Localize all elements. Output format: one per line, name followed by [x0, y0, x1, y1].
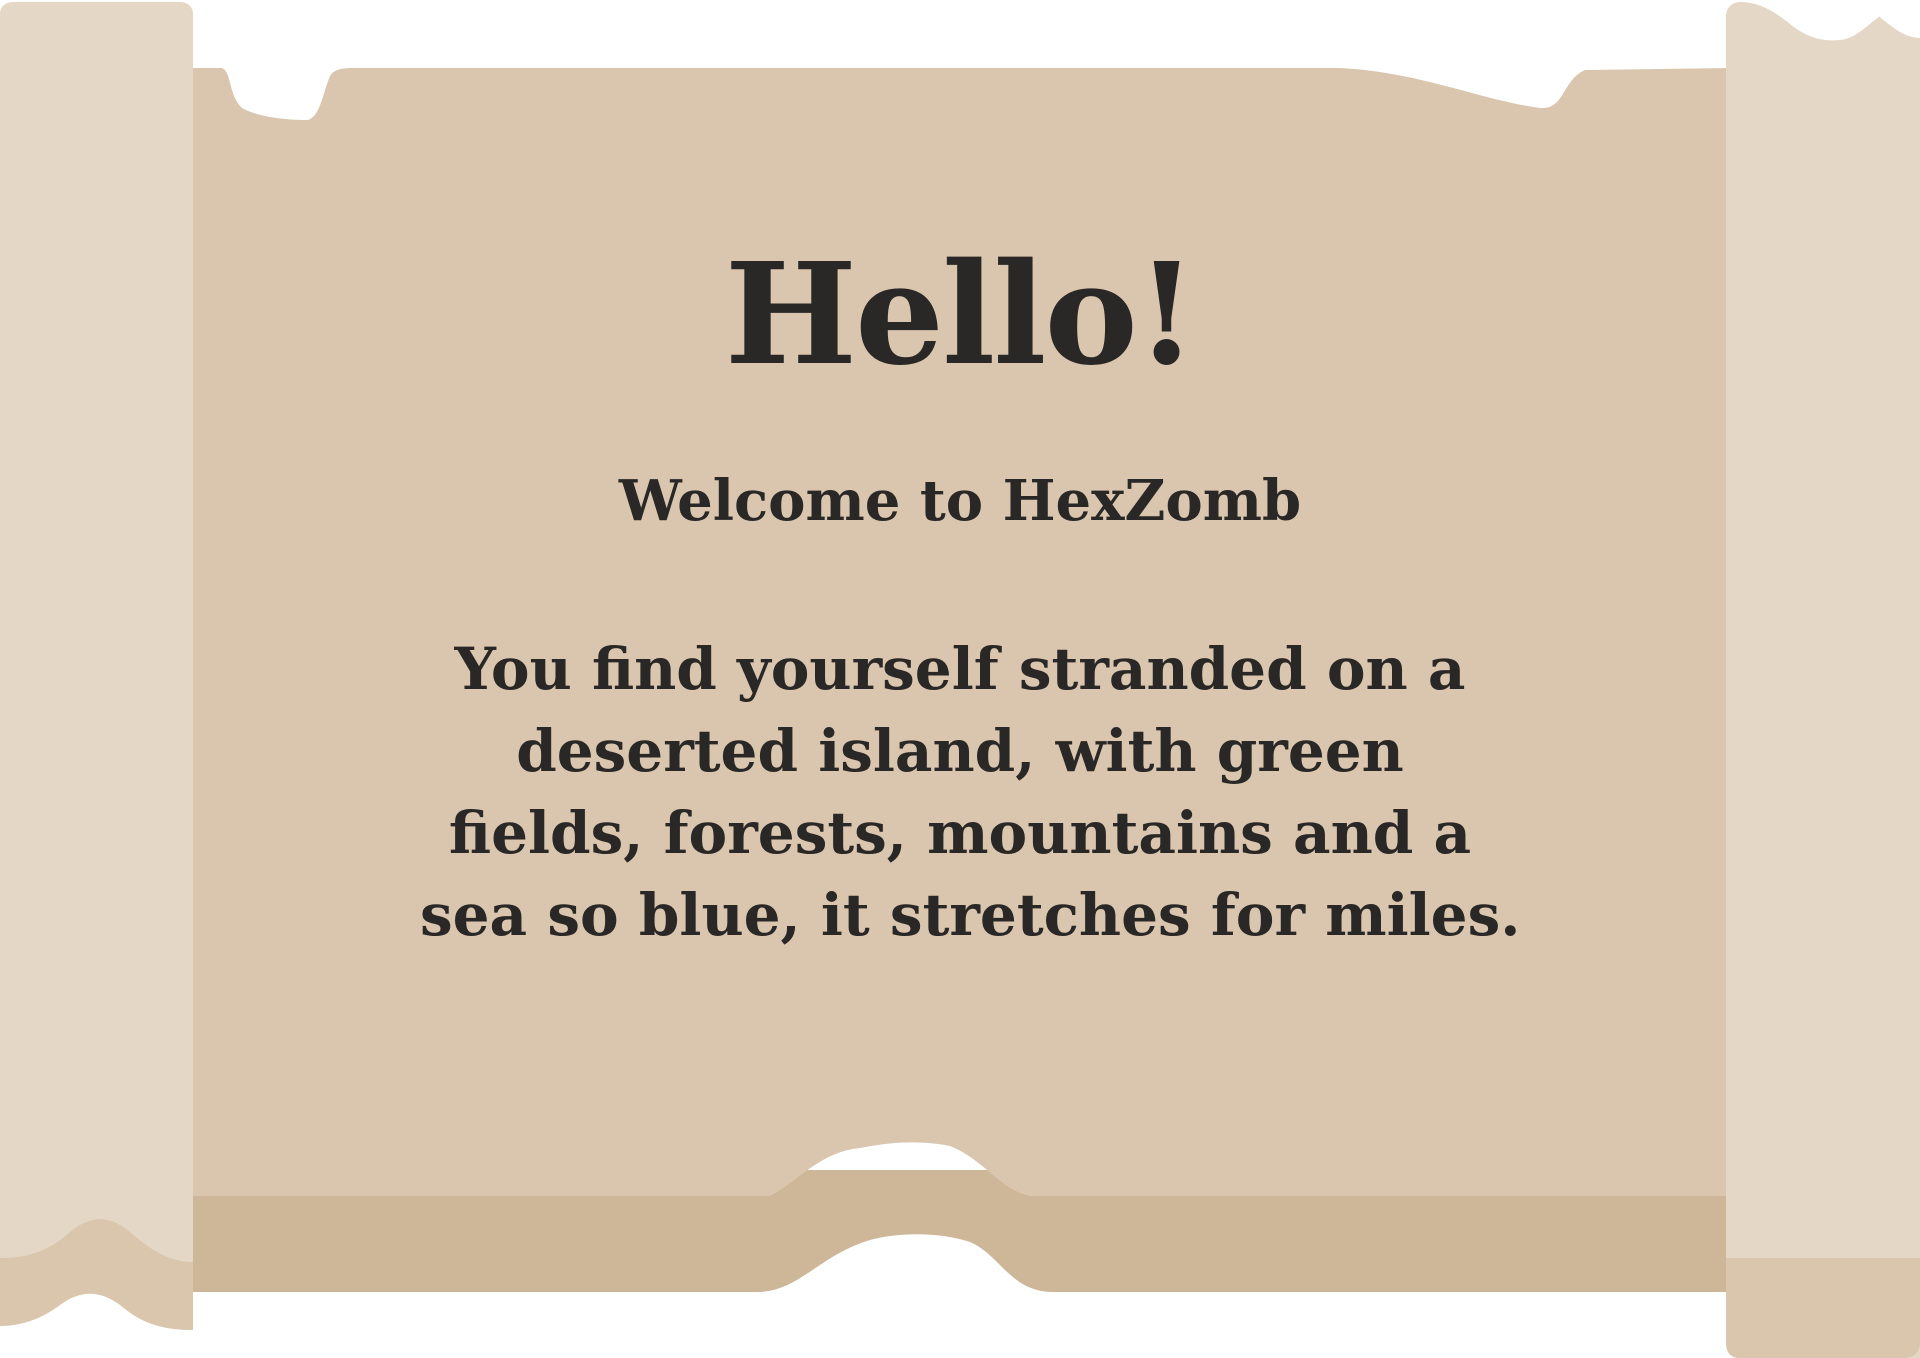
left-roller — [0, 2, 193, 1358]
scroll-title: Hello! — [724, 233, 1198, 397]
welcome-scroll-screen: Hello! Welcome to HexZomb You find yours… — [0, 0, 1920, 1358]
story-line: You find yourself stranded on a — [454, 635, 1466, 703]
story-line: deserted island, with green — [516, 717, 1404, 785]
scroll-story-text: You find yourself stranded on a deserted… — [420, 628, 1521, 956]
story-line: fields, forests, mountains and a — [448, 799, 1472, 867]
right-roller — [1726, 2, 1920, 1358]
scroll-subtitle: Welcome to HexZomb — [618, 468, 1302, 534]
story-line: sea so blue, it stretches for miles. — [420, 881, 1521, 949]
right-roller-bottom-shadow — [1726, 1258, 1920, 1358]
